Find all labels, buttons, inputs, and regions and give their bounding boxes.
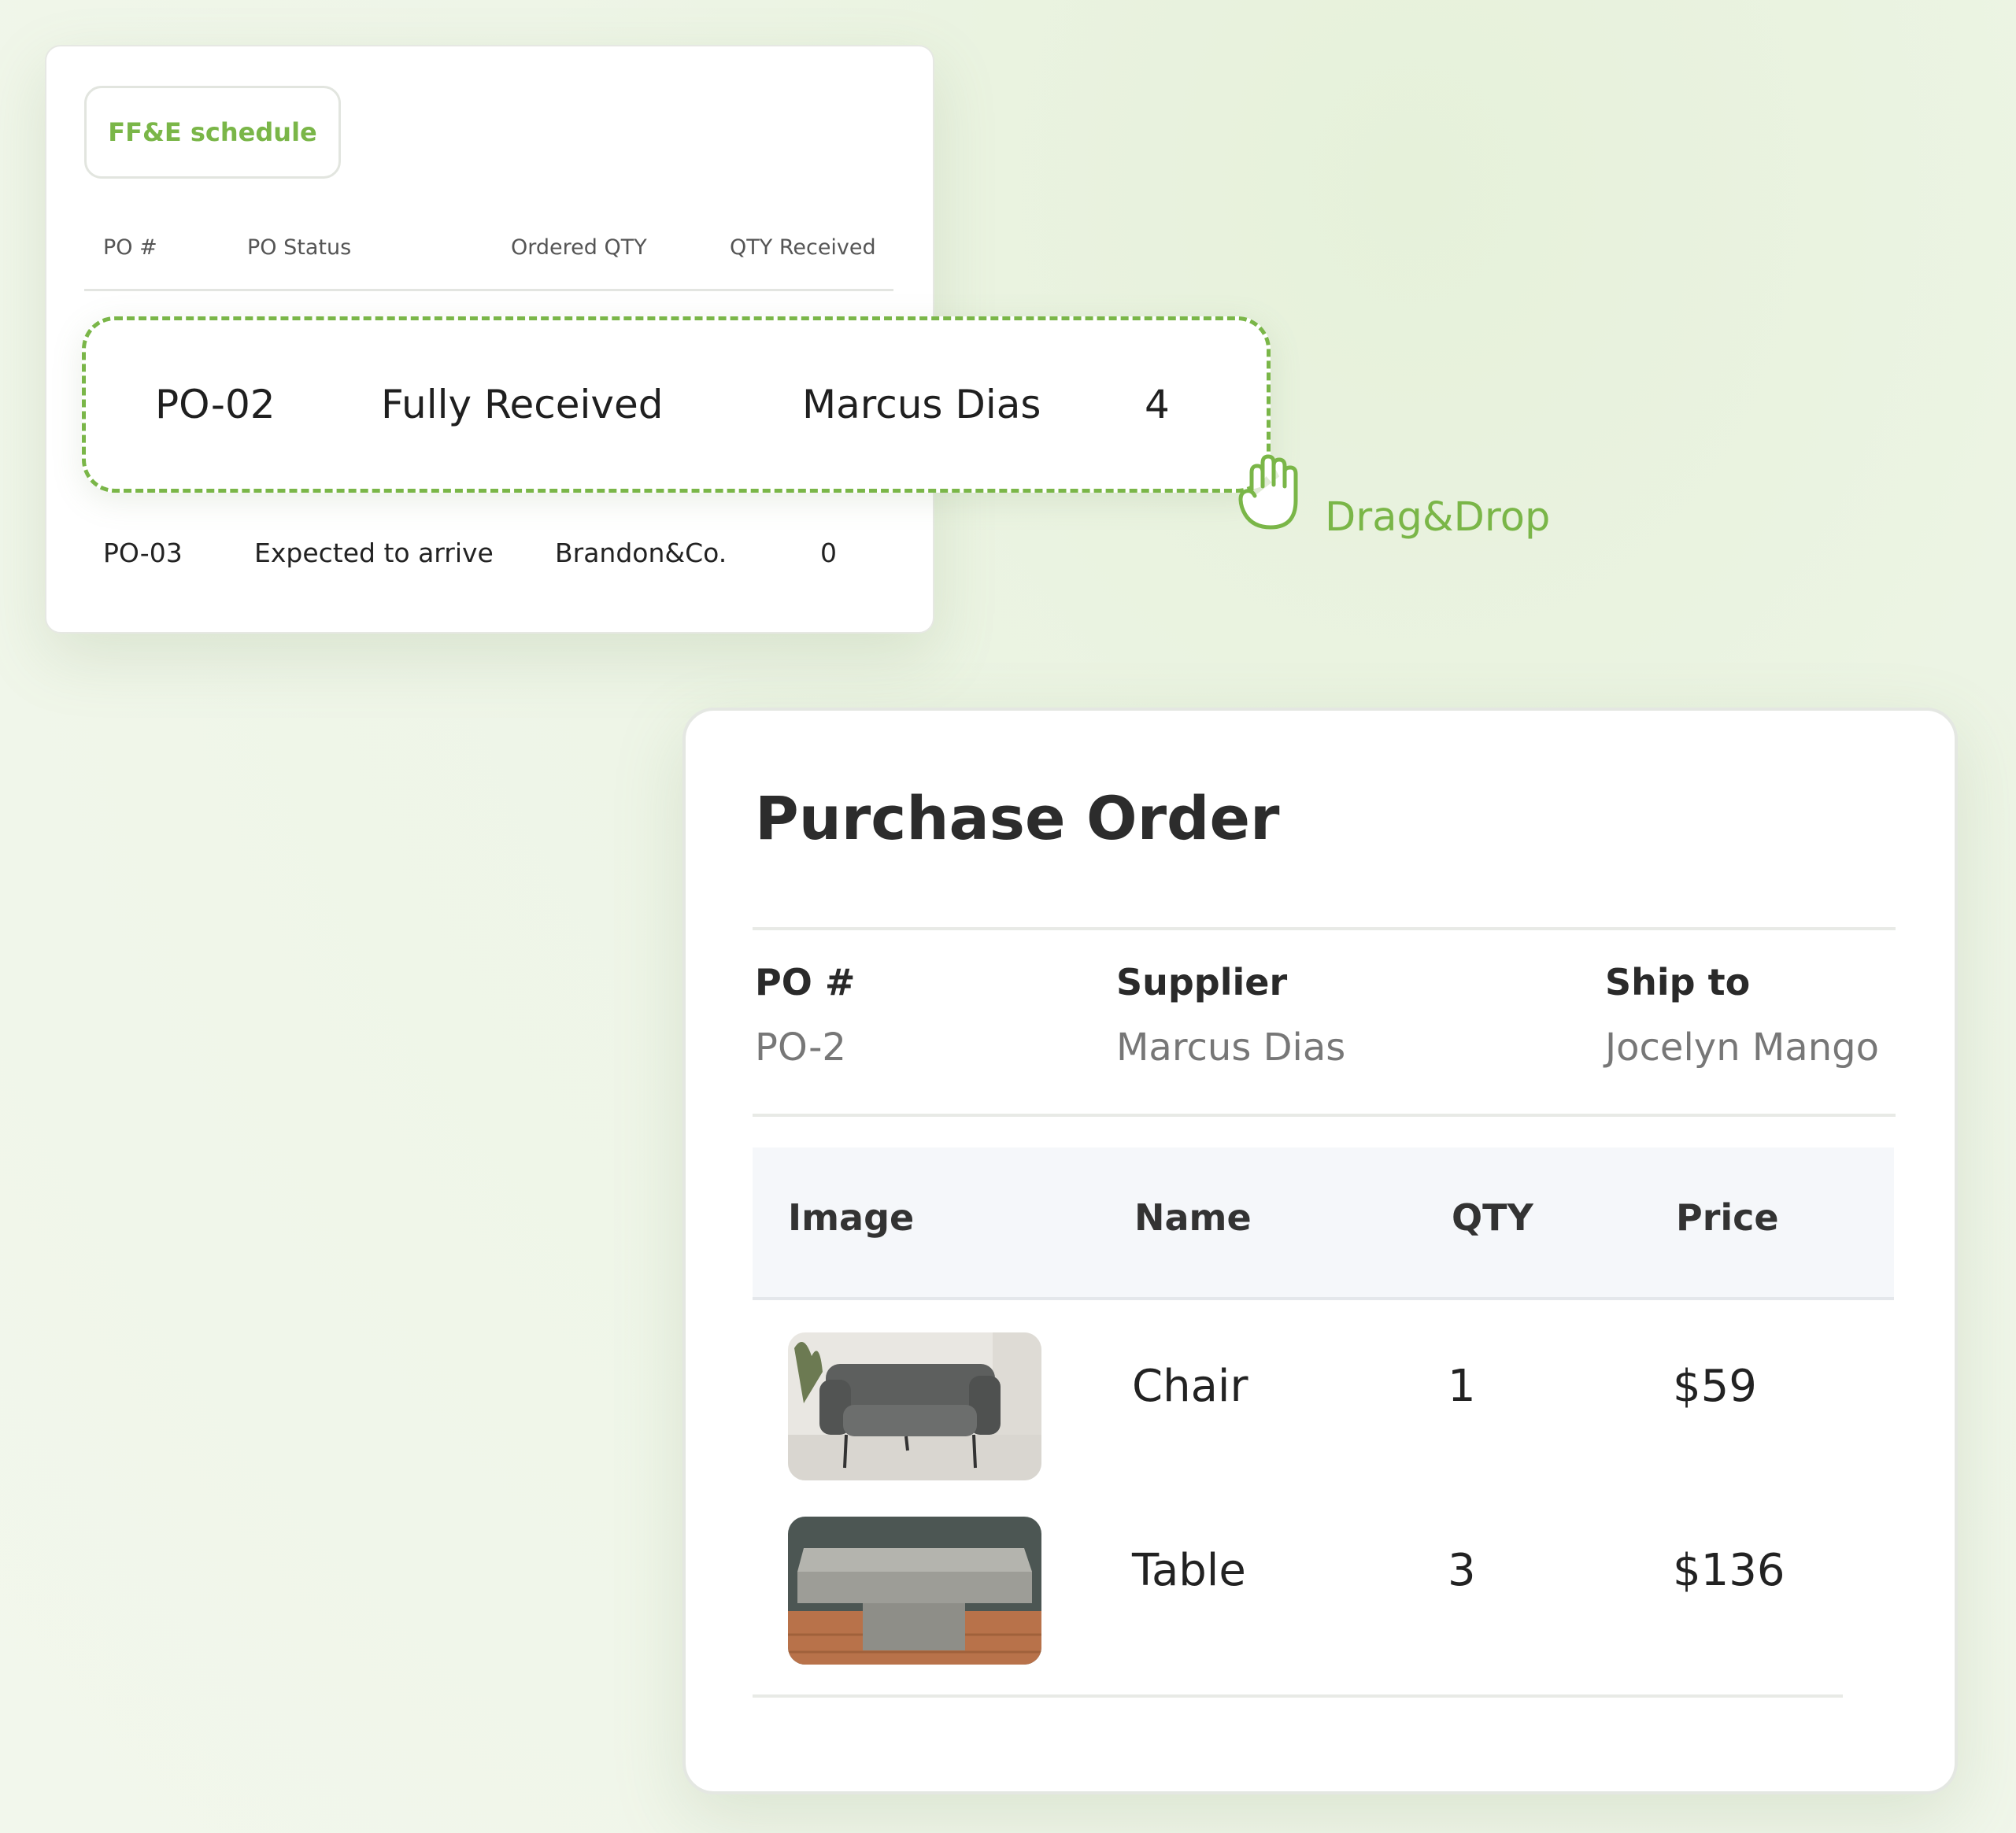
ship-to-label: Ship to xyxy=(1605,961,1751,1003)
ffe-schedule-tab[interactable]: FF&E schedule xyxy=(84,86,341,179)
row-po-number: PO-03 xyxy=(103,538,183,568)
header-image: Image xyxy=(788,1196,915,1239)
header-qty-received: QTY Received xyxy=(730,235,876,260)
item-price: $59 xyxy=(1673,1361,1757,1412)
meta-divider xyxy=(753,1114,1896,1117)
item-qty: 1 xyxy=(1448,1361,1476,1412)
item-qty: 3 xyxy=(1448,1545,1476,1596)
items-table-header: Image Name QTY Price xyxy=(753,1147,1894,1300)
header-ordered-qty: Ordered QTY xyxy=(511,235,647,260)
page-title: Purchase Order xyxy=(755,783,1280,853)
row-po-status: Expected to arrive xyxy=(254,538,494,568)
schedule-header-divider xyxy=(84,289,893,291)
armchair-photo xyxy=(788,1332,1041,1480)
item-price: $136 xyxy=(1673,1545,1785,1596)
row-supplier: Brandon&Co. xyxy=(555,538,727,568)
grab-hand-icon xyxy=(1238,454,1298,530)
ship-to-value: Jocelyn Mango xyxy=(1605,1026,1879,1070)
title-divider xyxy=(753,927,1896,930)
header-qty: QTY xyxy=(1452,1196,1533,1239)
supplier-value: Marcus Dias xyxy=(1116,1026,1346,1070)
supplier-label: Supplier xyxy=(1116,961,1288,1003)
concrete-table-photo xyxy=(788,1517,1041,1665)
item-name: Table xyxy=(1132,1545,1246,1596)
dragged-po-status: Fully Received xyxy=(381,382,664,427)
po-number-label: PO # xyxy=(755,961,856,1003)
table-bottom-divider xyxy=(753,1694,1843,1698)
header-price: Price xyxy=(1676,1196,1779,1239)
dragged-qty: 4 xyxy=(1145,382,1170,427)
drag-drop-label: Drag&Drop xyxy=(1325,494,1551,541)
header-name: Name xyxy=(1134,1196,1252,1239)
purchase-order-card: Purchase Order PO # PO-2 Supplier Marcus… xyxy=(682,708,1958,1794)
item-name: Chair xyxy=(1132,1361,1248,1412)
header-po-number: PO # xyxy=(103,235,157,260)
po-number-value: PO-2 xyxy=(755,1026,846,1070)
dragged-table-row[interactable]: PO-02 Fully Received Marcus Dias 4 xyxy=(82,316,1271,493)
header-po-status: PO Status xyxy=(247,235,352,260)
dragged-supplier: Marcus Dias xyxy=(802,382,1041,427)
dragged-po-number: PO-02 xyxy=(155,382,276,427)
row-qty: 0 xyxy=(820,538,837,568)
